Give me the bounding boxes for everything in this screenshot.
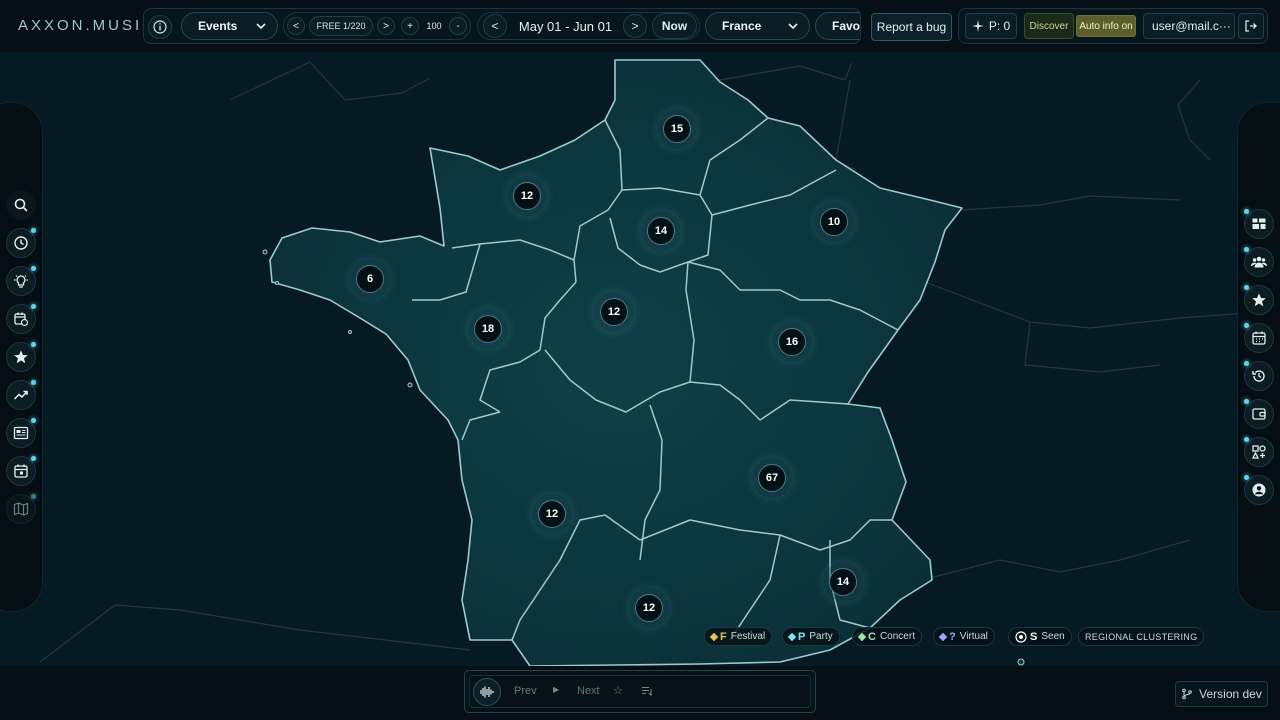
git-branch-icon [1182, 688, 1192, 700]
trending-icon [13, 390, 28, 400]
diamond-icon [938, 632, 948, 641]
quota-prev-button[interactable]: < [287, 17, 305, 35]
calendar-clock-icon [14, 312, 29, 327]
profile-button[interactable] [1244, 475, 1274, 505]
country-select-value: France [722, 19, 762, 33]
cluster-marker[interactable]: 16 [772, 322, 812, 362]
info-icon [153, 20, 167, 34]
legend-seen[interactable]: S Seen [1008, 627, 1072, 646]
cluster-marker[interactable]: 12 [594, 292, 634, 332]
right-sidebar [1237, 102, 1280, 612]
community-button[interactable] [1244, 247, 1274, 277]
cluster-marker[interactable]: 12 [629, 588, 669, 628]
logout-button[interactable] [1238, 13, 1264, 39]
points-button[interactable]: P: 0 [965, 13, 1017, 39]
chevron-down-icon [256, 23, 266, 30]
limit-minus-button[interactable]: - [449, 17, 467, 35]
next-button[interactable]: Next [577, 685, 600, 697]
prev-button[interactable]: Prev [514, 685, 537, 697]
dashboard-button[interactable] [1244, 209, 1274, 239]
search-icon [14, 198, 28, 212]
star-icon [1252, 293, 1266, 307]
legend-concert[interactable]: C Concert [852, 627, 922, 646]
calendar-button[interactable] [6, 456, 36, 486]
shapes-icon [1251, 445, 1266, 459]
date-prev-button[interactable]: < [483, 14, 507, 38]
now-button[interactable]: Now [652, 13, 697, 39]
search-button[interactable] [6, 190, 36, 220]
news-icon [13, 426, 29, 440]
app-logo[interactable]: AXXON.MUSIC [18, 17, 156, 34]
ideas-button[interactable] [6, 266, 36, 296]
favorites-select[interactable]: Favor [815, 12, 860, 40]
diamond-icon [787, 632, 797, 641]
trending-button[interactable] [6, 380, 36, 410]
seen-icon [1015, 630, 1027, 643]
top-bar: AXXON.MUSIC Events < FREE 1/220 > + 100 … [0, 0, 1280, 52]
users-icon [1251, 256, 1267, 268]
date-range[interactable]: May 01 - Jun 01 [512, 14, 619, 38]
favorites-label: Favor [832, 19, 860, 33]
legend-virtual[interactable]: ? Virtual [933, 627, 995, 646]
cluster-marker[interactable]: 15 [657, 109, 697, 149]
cluster-marker[interactable]: 67 [752, 458, 792, 498]
star-icon[interactable]: ☆ [613, 684, 623, 697]
map-icon [13, 502, 29, 516]
calendar-icon [1252, 331, 1266, 345]
queue-icon[interactable] [642, 686, 653, 696]
logout-icon [1245, 20, 1257, 32]
legend-party[interactable]: P Party [782, 627, 840, 646]
info-button[interactable] [148, 15, 172, 39]
dashboard-icon [1252, 218, 1266, 229]
history-icon [1252, 370, 1265, 382]
schedule-button[interactable] [6, 304, 36, 334]
report-bug-button[interactable]: Report a bug [871, 13, 952, 41]
audio-player: Prev ▶ Next ☆ [464, 670, 816, 713]
history-button[interactable] [1244, 361, 1274, 391]
waveform-icon [480, 686, 494, 698]
version-button[interactable]: Version dev [1175, 681, 1268, 707]
cluster-marker[interactable]: 12 [507, 176, 547, 216]
wallet-button[interactable] [1244, 399, 1274, 429]
mode-select-value: Events [198, 19, 238, 33]
diamond-icon [709, 632, 719, 641]
quota-badge: FREE 1/220 [309, 16, 373, 36]
clock-icon [14, 236, 28, 250]
discover-button[interactable]: Discover [1024, 13, 1074, 39]
country-select[interactable]: France [705, 12, 810, 40]
date-next-button[interactable]: > [623, 14, 647, 38]
cluster-marker[interactable]: 18 [468, 309, 508, 349]
play-icon[interactable]: ▶ [553, 685, 559, 694]
limit-value: 100 [426, 21, 442, 31]
diamond-icon [857, 632, 867, 641]
cluster-marker[interactable]: 14 [823, 562, 863, 602]
cluster-marker[interactable]: 14 [641, 211, 681, 251]
user-email[interactable]: user@mail.c··· [1143, 13, 1235, 39]
quota-next-button[interactable]: > [377, 17, 395, 35]
cluster-marker[interactable]: 10 [814, 202, 854, 242]
limit-plus-button[interactable]: + [401, 17, 419, 35]
starred-button[interactable] [1244, 285, 1274, 315]
waveform-button[interactable] [473, 678, 501, 706]
legend-festival[interactable]: F Festival [704, 627, 773, 646]
recent-button[interactable] [6, 228, 36, 258]
calendar-icon [14, 464, 28, 478]
shapes-button[interactable] [1244, 437, 1274, 467]
sparkle-icon [971, 20, 984, 32]
agenda-button[interactable] [1244, 323, 1274, 353]
cluster-marker[interactable]: 6 [350, 259, 390, 299]
star-icon [14, 350, 28, 364]
chevron-down-icon [788, 23, 798, 30]
cluster-marker[interactable]: 12 [532, 494, 572, 534]
user-circle-icon [1252, 483, 1266, 497]
favorites-button[interactable] [6, 342, 36, 372]
auto-info-toggle[interactable]: Auto info on [1076, 15, 1136, 37]
map-button[interactable] [6, 494, 36, 524]
news-button[interactable] [6, 418, 36, 448]
mode-select[interactable]: Events [181, 12, 278, 40]
wallet-icon [1252, 408, 1266, 420]
lightbulb-icon [14, 275, 28, 288]
regional-clustering-toggle[interactable]: REGIONAL CLUSTERING [1078, 627, 1205, 646]
